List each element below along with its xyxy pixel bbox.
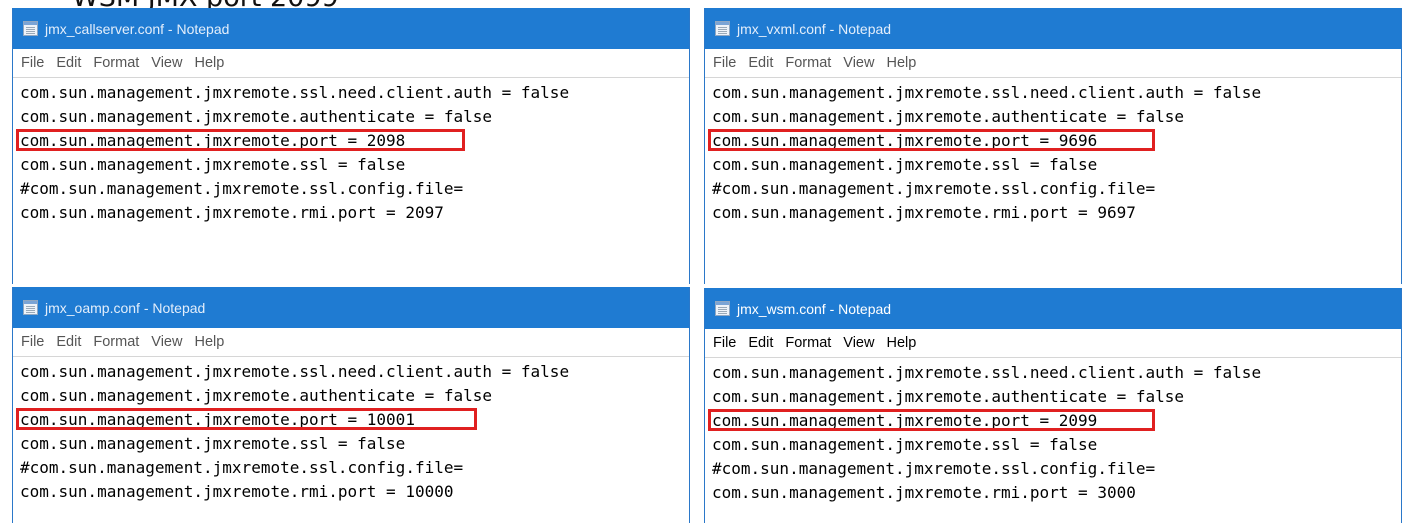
menu-format[interactable]: Format <box>93 334 139 350</box>
menu-format[interactable]: Format <box>785 335 831 351</box>
config-line: com.sun.management.jmxremote.ssl = false <box>712 435 1098 454</box>
window-title: jmx_callserver.conf - Notepad <box>45 20 230 37</box>
text-editor[interactable]: com.sun.management.jmxremote.ssl.need.cl… <box>13 357 689 504</box>
menu-format[interactable]: Format <box>93 55 139 71</box>
menu-file[interactable]: File <box>713 335 736 351</box>
text-editor[interactable]: com.sun.management.jmxremote.ssl.need.cl… <box>705 358 1401 505</box>
menu-view[interactable]: View <box>151 334 182 350</box>
config-line: com.sun.management.jmxremote.rmi.port = … <box>712 203 1136 222</box>
notepad-icon <box>23 21 38 36</box>
config-line: com.sun.management.jmxremote.ssl.need.cl… <box>20 362 570 381</box>
notepad-window-callserver: jmx_callserver.conf - Notepad File Edit … <box>12 8 690 284</box>
config-line: com.sun.management.jmxremote.ssl = false <box>20 155 406 174</box>
highlight-box <box>16 129 465 151</box>
config-line-port-highlighted: com.sun.management.jmxremote.port = 1000… <box>16 408 689 432</box>
config-line: com.sun.management.jmxremote.rmi.port = … <box>712 483 1136 502</box>
menu-view[interactable]: View <box>843 335 874 351</box>
menu-help[interactable]: Help <box>886 55 916 71</box>
config-line: #com.sun.management.jmxremote.ssl.config… <box>712 459 1156 478</box>
menu-edit[interactable]: Edit <box>56 55 81 71</box>
notepad-icon <box>715 301 730 316</box>
config-line-port-highlighted: com.sun.management.jmxremote.port = 2099 <box>708 409 1401 433</box>
config-line-port-highlighted: com.sun.management.jmxremote.port = 2098 <box>16 129 689 153</box>
title-bar[interactable]: jmx_oamp.conf - Notepad <box>13 287 689 328</box>
highlight-box <box>708 129 1155 151</box>
menu-file[interactable]: File <box>21 334 44 350</box>
clipped-heading-text: WSM JMX port 2099 <box>72 0 339 8</box>
menu-file[interactable]: File <box>21 55 44 71</box>
config-line: #com.sun.management.jmxremote.ssl.config… <box>20 179 464 198</box>
config-line: com.sun.management.jmxremote.rmi.port = … <box>20 482 454 501</box>
window-title: jmx_vxml.conf - Notepad <box>737 20 892 37</box>
notepad-icon <box>23 300 38 315</box>
title-bar[interactable]: jmx_vxml.conf - Notepad <box>705 8 1401 49</box>
config-line: com.sun.management.jmxremote.ssl.need.cl… <box>20 83 570 102</box>
notepad-window-wsm: jmx_wsm.conf - Notepad File Edit Format … <box>704 288 1402 523</box>
menu-file[interactable]: File <box>713 55 736 71</box>
menu-bar: File Edit Format View Help <box>705 49 1401 78</box>
config-line: com.sun.management.jmxremote.authenticat… <box>20 386 493 405</box>
menu-format[interactable]: Format <box>785 55 831 71</box>
config-line: com.sun.management.jmxremote.ssl.need.cl… <box>712 83 1262 102</box>
window-title: jmx_wsm.conf - Notepad <box>737 300 892 317</box>
config-line: com.sun.management.jmxremote.ssl = false <box>20 434 406 453</box>
menu-edit[interactable]: Edit <box>748 55 773 71</box>
config-line: com.sun.management.jmxremote.authenticat… <box>712 107 1185 126</box>
config-line: #com.sun.management.jmxremote.ssl.config… <box>712 179 1156 198</box>
menu-view[interactable]: View <box>151 55 182 71</box>
menu-help[interactable]: Help <box>194 334 224 350</box>
menu-bar: File Edit Format View Help <box>13 49 689 78</box>
config-line: com.sun.management.jmxremote.ssl.need.cl… <box>712 363 1262 382</box>
config-line: #com.sun.management.jmxremote.ssl.config… <box>20 458 464 477</box>
menu-view[interactable]: View <box>843 55 874 71</box>
notepad-window-oamp: jmx_oamp.conf - Notepad File Edit Format… <box>12 287 690 523</box>
config-line: com.sun.management.jmxremote.rmi.port = … <box>20 203 444 222</box>
window-title: jmx_oamp.conf - Notepad <box>45 299 206 316</box>
config-line: com.sun.management.jmxremote.authenticat… <box>712 387 1185 406</box>
highlight-box <box>708 409 1155 431</box>
menu-edit[interactable]: Edit <box>56 334 81 350</box>
text-editor[interactable]: com.sun.management.jmxremote.ssl.need.cl… <box>705 78 1401 225</box>
window-gap <box>690 8 704 523</box>
text-editor[interactable]: com.sun.management.jmxremote.ssl.need.cl… <box>13 78 689 225</box>
config-line: com.sun.management.jmxremote.authenticat… <box>20 107 493 126</box>
menu-edit[interactable]: Edit <box>748 335 773 351</box>
config-line: com.sun.management.jmxremote.ssl = false <box>712 155 1098 174</box>
menu-bar: File Edit Format View Help <box>705 329 1401 358</box>
notepad-window-vxml: jmx_vxml.conf - Notepad File Edit Format… <box>704 8 1402 284</box>
highlight-box <box>16 408 477 430</box>
title-bar[interactable]: jmx_callserver.conf - Notepad <box>13 8 689 49</box>
menu-help[interactable]: Help <box>886 335 916 351</box>
title-bar[interactable]: jmx_wsm.conf - Notepad <box>705 288 1401 329</box>
menu-bar: File Edit Format View Help <box>13 328 689 357</box>
clipped-heading: WSM JMX port 2099 <box>0 0 1402 8</box>
config-line-port-highlighted: com.sun.management.jmxremote.port = 9696 <box>708 129 1401 153</box>
notepad-icon <box>715 21 730 36</box>
menu-help[interactable]: Help <box>194 55 224 71</box>
